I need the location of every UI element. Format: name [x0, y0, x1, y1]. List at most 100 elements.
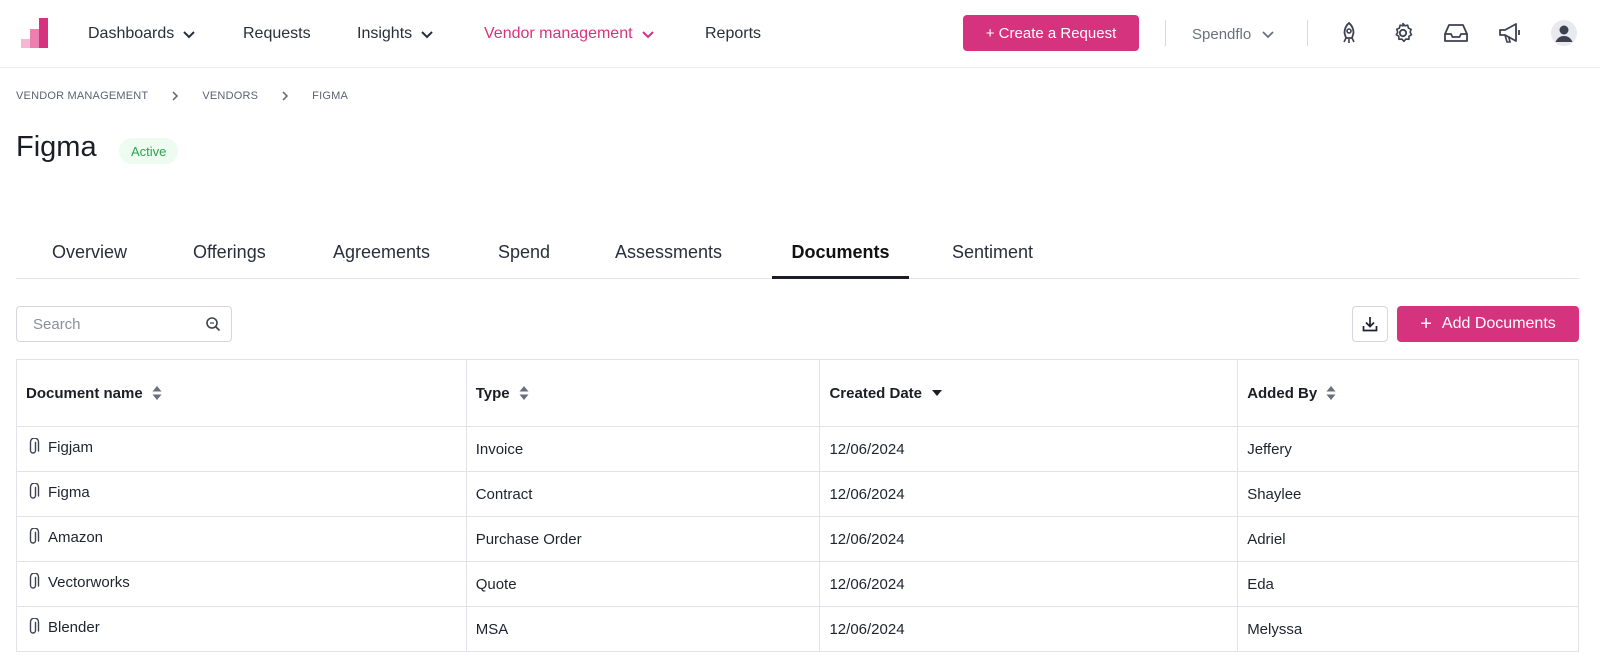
cell-document-name: Figma	[16, 471, 467, 517]
cell-type: Purchase Order	[465, 516, 821, 562]
cell-added-by: Melyssa	[1237, 606, 1579, 652]
rocket-icon[interactable]	[1335, 19, 1363, 47]
chevron-right-icon	[258, 91, 312, 101]
nav-vendor-management[interactable]: Vendor management	[484, 22, 655, 46]
cell-type: Invoice	[465, 426, 821, 472]
cell-added-by: Adriel	[1237, 516, 1579, 562]
document-name: Vectorworks	[48, 573, 130, 591]
chevron-down-icon	[421, 31, 433, 39]
nav-reports[interactable]: Reports	[705, 22, 761, 46]
document-link[interactable]: Figjam	[26, 438, 93, 456]
table-row[interactable]: Figma Contract 12/06/2024 Shaylee	[16, 471, 1579, 517]
nav-dashboards[interactable]: Dashboards	[88, 22, 196, 46]
table-row[interactable]: Blender MSA 12/06/2024 Melyssa	[16, 606, 1579, 652]
sort-icon[interactable]	[152, 386, 162, 400]
paperclip-icon	[29, 573, 40, 589]
download-icon	[1362, 317, 1378, 332]
top-navigation: Dashboards Requests Insights Vendor mana…	[0, 0, 1600, 68]
cell-created-date: 12/06/2024	[819, 561, 1239, 607]
tab-sentiment[interactable]: Sentiment	[952, 229, 1033, 279]
search-icon[interactable]	[205, 316, 221, 332]
column-header-created-date[interactable]: Created Date	[819, 359, 1239, 427]
plus-icon: +	[1420, 313, 1432, 335]
org-switcher[interactable]: Spendflo	[1192, 22, 1275, 46]
column-header-label: Added By	[1247, 384, 1318, 402]
document-name: Blender	[48, 618, 100, 636]
cell-document-name: Blender	[16, 606, 467, 652]
table-row[interactable]: Amazon Purchase Order 12/06/2024 Adriel	[16, 516, 1579, 562]
document-link[interactable]: Vectorworks	[26, 573, 130, 591]
add-documents-button[interactable]: + Add Documents	[1397, 306, 1579, 342]
sort-icon[interactable]	[1326, 386, 1336, 400]
cell-added-by: Eda	[1237, 561, 1579, 607]
table-row[interactable]: Figjam Invoice 12/06/2024 Jeffery	[16, 426, 1579, 472]
nav-insights-label: Insights	[357, 25, 413, 42]
tab-agreements[interactable]: Agreements	[333, 229, 430, 279]
paperclip-icon	[29, 618, 40, 634]
document-name: Figjam	[48, 438, 94, 456]
breadcrumb-current: FIGMA	[312, 90, 349, 102]
sort-icon[interactable]	[519, 386, 529, 400]
download-button[interactable]	[1352, 306, 1388, 342]
create-request-button[interactable]: + Create a Request	[963, 15, 1139, 51]
document-name: Figma	[48, 483, 90, 501]
document-link[interactable]: Figma	[26, 483, 90, 501]
nav-requests[interactable]: Requests	[243, 22, 311, 46]
table-row[interactable]: Vectorworks Quote 12/06/2024 Eda	[16, 561, 1579, 607]
column-header-label: Created Date	[829, 384, 923, 402]
status-badge: Active	[119, 138, 179, 164]
breadcrumb-vendors[interactable]: VENDORS	[202, 90, 258, 102]
column-header-added-by[interactable]: Added By	[1237, 359, 1579, 427]
add-documents-label: Add Documents	[1441, 315, 1556, 332]
column-header-type[interactable]: Type	[465, 359, 821, 427]
column-header-label: Type	[475, 384, 510, 402]
search-input[interactable]	[33, 315, 203, 333]
cell-document-name: Vectorworks	[16, 561, 467, 607]
column-header-document-name[interactable]: Document name	[16, 359, 467, 427]
tab-offerings[interactable]: Offerings	[193, 229, 266, 279]
cell-document-name: Amazon	[16, 516, 467, 562]
org-name: Spendflo	[1192, 25, 1252, 43]
cell-type: MSA	[465, 606, 821, 652]
tab-spend[interactable]: Spend	[498, 229, 550, 279]
chevron-down-icon	[641, 31, 654, 39]
sort-descending-icon[interactable]	[931, 389, 943, 397]
cell-created-date: 12/06/2024	[819, 606, 1239, 652]
inbox-icon[interactable]	[1442, 19, 1470, 47]
megaphone-icon[interactable]	[1496, 19, 1524, 47]
document-link[interactable]: Blender	[26, 618, 100, 636]
document-link[interactable]: Amazon	[26, 528, 103, 546]
column-header-label: Document name	[26, 384, 143, 402]
breadcrumb-vendor-management[interactable]: VENDOR MANAGEMENT	[16, 90, 148, 102]
cell-created-date: 12/06/2024	[819, 516, 1239, 562]
page-title: Figma	[16, 131, 97, 163]
tab-overview[interactable]: Overview	[52, 229, 127, 279]
tab-bar: Overview Offerings Agreements Spend Asse…	[16, 229, 1579, 279]
breadcrumb: VENDOR MANAGEMENT VENDORS FIGMA	[16, 88, 348, 104]
nav-divider	[1165, 20, 1166, 46]
cell-created-date: 12/06/2024	[819, 426, 1239, 472]
nav-insights[interactable]: Insights	[357, 22, 434, 46]
cell-added-by: Shaylee	[1237, 471, 1579, 517]
cell-created-date: 12/06/2024	[819, 471, 1239, 517]
cell-type: Contract	[465, 471, 821, 517]
nav-vendor-management-label: Vendor management	[484, 25, 633, 42]
user-avatar-icon[interactable]	[1550, 19, 1578, 47]
document-name: Amazon	[48, 528, 104, 546]
tab-documents[interactable]: Documents	[772, 229, 909, 279]
chevron-right-icon	[148, 91, 202, 101]
tab-assessments[interactable]: Assessments	[615, 229, 722, 279]
cell-type: Quote	[465, 561, 821, 607]
nav-requests-label: Requests	[243, 25, 311, 42]
paperclip-icon	[29, 438, 40, 454]
chevron-down-icon	[183, 31, 195, 39]
paperclip-icon	[29, 528, 40, 544]
nav-dashboards-label: Dashboards	[88, 25, 175, 42]
table-header-row: Document name Type Created Date Added By	[16, 359, 1579, 427]
search-box	[16, 306, 232, 342]
spendflo-logo[interactable]	[21, 18, 49, 48]
gear-icon[interactable]	[1389, 19, 1417, 47]
nav-divider	[1307, 20, 1308, 46]
cell-added-by: Jeffery	[1237, 426, 1579, 472]
cell-document-name: Figjam	[16, 426, 467, 472]
